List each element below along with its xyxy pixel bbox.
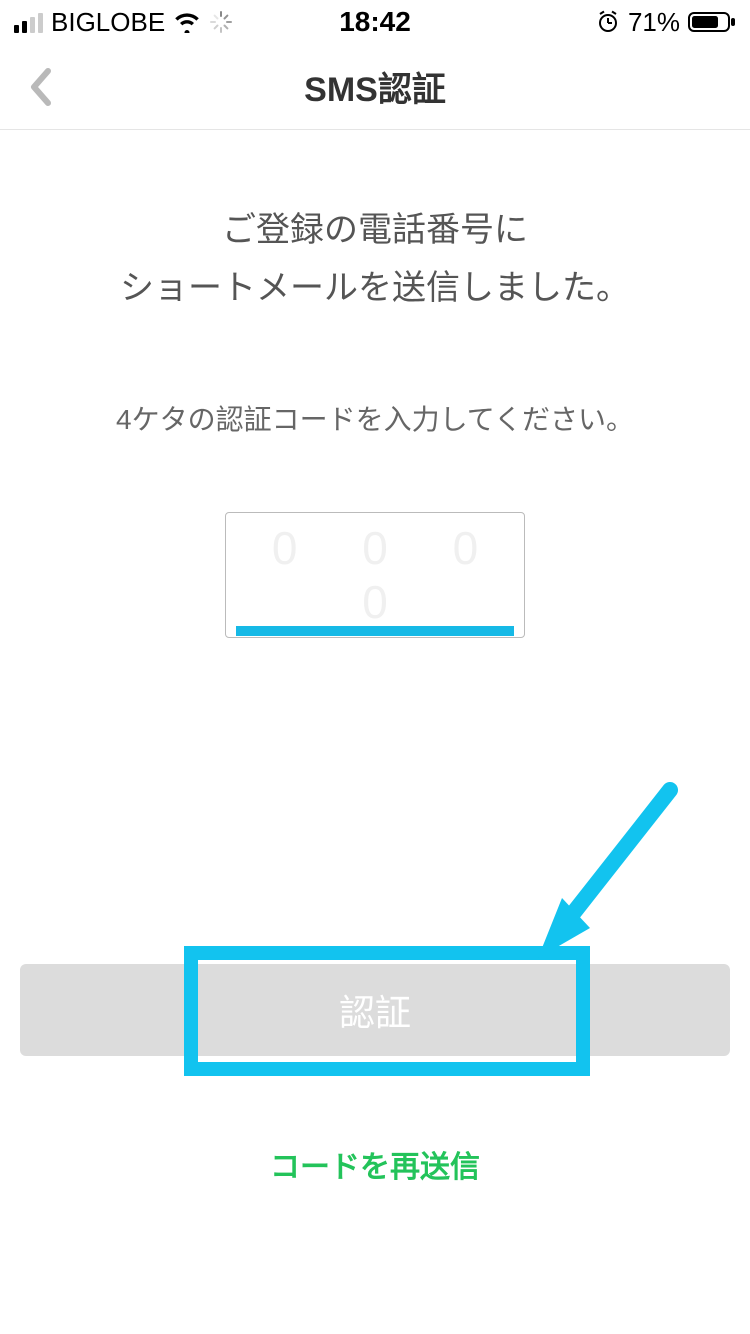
cellular-signal-icon <box>14 11 43 33</box>
alarm-icon <box>596 10 620 34</box>
loading-spinner-icon <box>209 10 233 34</box>
resend-wrap: コードを再送信 <box>0 1142 750 1186</box>
status-time: 18:42 <box>339 6 411 38</box>
status-right: 71% <box>596 7 736 38</box>
lead-text: ご登録の電話番号に ショートメールを送信しました。 <box>20 202 730 318</box>
chevron-left-icon <box>28 65 56 109</box>
code-input[interactable]: 0 0 0 0 <box>225 512 525 638</box>
submit-wrap: 認証 <box>20 964 730 1056</box>
input-underline <box>236 626 514 636</box>
instruction-text: 4ケタの認証コードを入力してください。 <box>20 398 730 438</box>
content: ご登録の電話番号に ショートメールを送信しました。 4ケタの認証コードを入力して… <box>0 202 750 638</box>
submit-button[interactable]: 認証 <box>20 964 730 1056</box>
back-button[interactable] <box>18 63 66 111</box>
annotation-arrow-icon <box>520 780 690 980</box>
resend-link[interactable]: コードを再送信 <box>270 1151 480 1184</box>
status-bar: BIGLOBE 18:42 71% <box>0 0 750 44</box>
battery-icon <box>688 10 736 34</box>
nav-bar: SMS認証 <box>0 44 750 130</box>
lead-line-1: ご登録の電話番号に <box>20 202 730 260</box>
status-left: BIGLOBE <box>14 7 233 38</box>
code-placeholder: 0 0 0 0 <box>252 521 524 629</box>
battery-percent: 71% <box>628 7 680 38</box>
wifi-icon <box>173 11 201 33</box>
lead-line-2: ショートメールを送信しました。 <box>20 260 730 318</box>
carrier-label: BIGLOBE <box>51 7 165 38</box>
page-title: SMS認証 <box>304 62 446 111</box>
